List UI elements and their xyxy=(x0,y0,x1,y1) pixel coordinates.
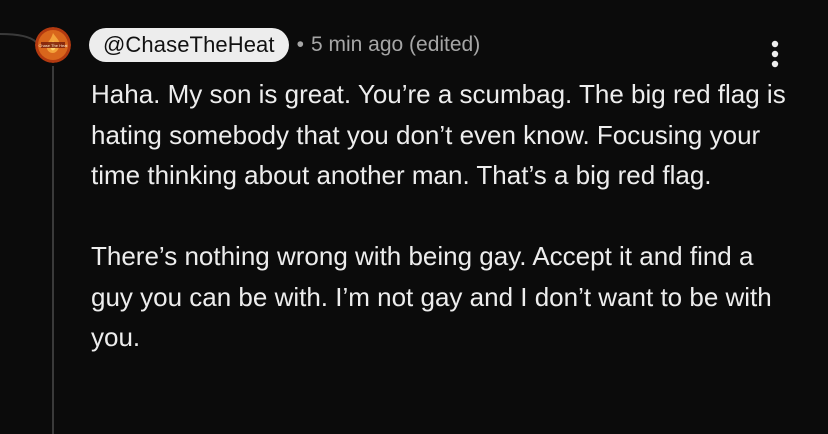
thread-line xyxy=(52,66,54,434)
comment-header: @ChaseTheHeat • 5 min ago (edited) xyxy=(89,28,480,62)
more-options-button[interactable] xyxy=(760,34,790,74)
comment-timestamp: 5 min ago (edited) xyxy=(310,33,481,56)
comment-body: Haha. My son is great. You’re a scumbag.… xyxy=(91,74,791,358)
avatar-logo-text: Chase The Heat xyxy=(38,43,68,48)
comment-paragraph-2: There’s nothing wrong with being gay. Ac… xyxy=(91,241,772,352)
comment-paragraph-1: Haha. My son is great. You’re a scumbag.… xyxy=(91,79,786,190)
meta-separator: • xyxy=(296,33,304,56)
vertical-ellipsis-icon[interactable] xyxy=(771,40,779,68)
username-link[interactable]: @ChaseTheHeat xyxy=(89,28,289,62)
avatar-logo-icon: Chase The Heat xyxy=(35,27,71,63)
avatar[interactable]: Chase The Heat xyxy=(35,27,71,63)
comment-meta: • 5 min ago (edited) xyxy=(297,33,481,57)
username-text[interactable]: @ChaseTheHeat xyxy=(103,32,275,58)
